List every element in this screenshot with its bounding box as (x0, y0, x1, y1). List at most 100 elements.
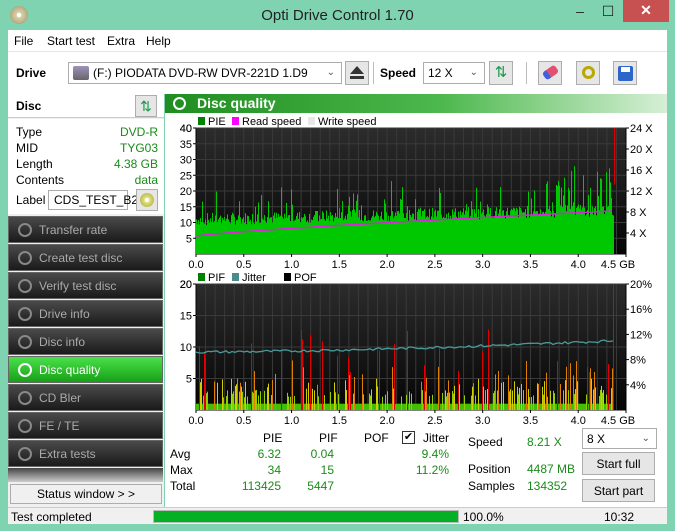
pif-bar (451, 403, 452, 410)
disc-refresh-button[interactable]: ⇅ (135, 95, 157, 117)
nav-disc-info[interactable]: Disc info (8, 328, 163, 355)
y2-tick-label: 24 X (630, 123, 653, 135)
test-speed-select[interactable]: 8 X ⌄ (582, 428, 657, 449)
pif-bar (305, 403, 306, 410)
y-tick-label: 25 (180, 170, 192, 182)
pie-bar (266, 223, 267, 254)
pie-bar (321, 218, 322, 254)
menu-file[interactable]: File (14, 34, 33, 48)
pif-bar (315, 403, 316, 410)
pif-bar (448, 380, 449, 410)
settings-button[interactable] (576, 61, 600, 85)
pie-bar (353, 193, 354, 254)
menu-help[interactable]: Help (146, 34, 171, 48)
pie-bar (565, 204, 566, 254)
pif-bar (479, 403, 480, 410)
nav-create-test-disc[interactable]: Create test disc (8, 244, 163, 271)
pif-bar (277, 403, 278, 410)
pif-bar (589, 372, 590, 410)
pie-bar (545, 211, 546, 254)
disc-label-button[interactable] (136, 189, 158, 211)
pif-bar (452, 391, 453, 410)
pif-bar (428, 403, 429, 410)
pie-bar (510, 210, 511, 254)
minimize-button[interactable]: – (566, 0, 594, 22)
speed-select[interactable]: 12 X ⌄ (423, 62, 485, 84)
total-pif: 5447 (307, 479, 334, 493)
start-full-button[interactable]: Start full (582, 452, 655, 475)
pif-bar (559, 403, 560, 410)
pie-bar (505, 218, 506, 254)
menu-start-test[interactable]: Start test (47, 34, 95, 48)
nav-transfer-rate[interactable]: Transfer rate (8, 216, 163, 243)
erase-button[interactable] (538, 61, 562, 85)
pif-bar (300, 403, 301, 410)
pie-bar (550, 211, 551, 254)
maximize-button[interactable]: ☐ (594, 0, 622, 22)
pie-bar (243, 217, 244, 254)
pie-bar (269, 218, 270, 254)
pif-bar (502, 403, 503, 410)
nav-verify-test-disc[interactable]: Verify test disc (8, 272, 163, 299)
pif-bar (595, 387, 596, 410)
pif-bar (348, 357, 349, 410)
jitter-checkbox[interactable]: ✔ (402, 431, 415, 444)
pie-bar (328, 215, 329, 254)
pie-bar (600, 178, 601, 254)
pie-bar (547, 181, 548, 254)
y2-tick-label: 8% (630, 355, 646, 367)
pie-bar (537, 211, 538, 254)
status-window-button[interactable]: Status window > > (10, 484, 162, 504)
pie-bar (330, 212, 331, 254)
pif-bar (343, 403, 344, 410)
disc-icon (18, 447, 32, 461)
pif-bar (427, 403, 428, 410)
menu-extra[interactable]: Extra (107, 34, 135, 48)
nav-label: Disc info (39, 335, 86, 349)
pif-bar (397, 403, 398, 410)
close-button[interactable]: ✕ (623, 0, 669, 22)
pif-bar (607, 403, 608, 410)
y2-tick-label: 12 X (630, 186, 653, 198)
pif-bar (403, 403, 404, 410)
pif-bar (214, 381, 215, 410)
refresh-button[interactable]: ⇅ (489, 61, 513, 85)
pif-bar (294, 395, 295, 410)
nav-disc-quality[interactable]: Disc quality (8, 356, 163, 383)
pif-bar (360, 403, 361, 410)
pie-bar (557, 185, 558, 254)
progress-percent: 100.0% (463, 510, 504, 524)
eject-button[interactable] (345, 61, 369, 85)
pie-bar (596, 215, 597, 254)
pie-bar (473, 217, 474, 254)
pie-bar (406, 212, 407, 254)
pif-bar (584, 403, 585, 410)
pie-bar (340, 218, 341, 254)
pif-bar (458, 370, 459, 410)
pif-bar (425, 391, 426, 410)
pif-bar (583, 403, 584, 410)
disc-icon (18, 251, 32, 265)
position-label: Position (468, 462, 511, 476)
x-tick-label: 1.0 (284, 415, 299, 427)
disc-label-input[interactable]: CDS_TEST_B2 (48, 190, 138, 210)
save-button[interactable] (613, 61, 637, 85)
pie-bar (442, 218, 443, 254)
drive-select[interactable]: (F:) PIODATA DVD-RW DVR-221D 1.D9 ⌄ (68, 62, 342, 84)
pie-bar (519, 206, 520, 254)
nav-extra-tests[interactable]: Extra tests (8, 440, 163, 467)
pie-bar (335, 213, 336, 254)
pie-bar (212, 212, 213, 254)
nav-cd-bler[interactable]: CD Bler (8, 384, 163, 411)
pif-bar (318, 396, 319, 410)
refresh-icon: ⇅ (494, 64, 508, 81)
y-tick-label: 40 (180, 123, 192, 135)
nav-drive-info[interactable]: Drive info (8, 300, 163, 327)
pie-bar (383, 220, 384, 254)
start-part-button[interactable]: Start part (582, 479, 655, 502)
pie-bar (257, 214, 258, 254)
pif-bar (250, 403, 251, 410)
speed-label: Speed (468, 435, 503, 449)
pif-bar (521, 384, 522, 410)
nav-fe-te[interactable]: FE / TE (8, 412, 163, 439)
